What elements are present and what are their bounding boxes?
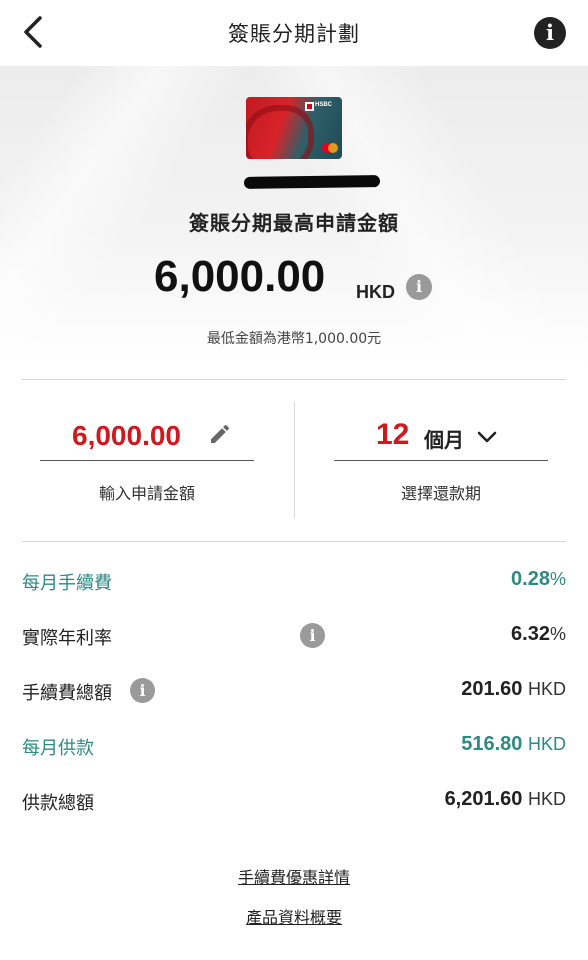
term-unit[interactable]: 個月 xyxy=(424,424,464,453)
info-icon[interactable]: i xyxy=(534,17,566,49)
total-fee-unit: HKD xyxy=(527,679,566,699)
total-payment-value: 6,201.60 HKD xyxy=(445,788,566,811)
total-fee-value: 201.60 HKD xyxy=(461,678,566,701)
min-amount-note: 最低金額為港幣1,000.00元 xyxy=(206,331,382,347)
total-payment-unit: HKD xyxy=(527,789,566,809)
monthly-fee-label: 每月手續費 xyxy=(22,573,112,594)
max-amount-label: 簽賬分期最高申請金額 xyxy=(189,211,399,235)
max-amount-info-icon[interactable]: i xyxy=(406,274,432,300)
monthly-payment-value: 516.80 HKD xyxy=(461,733,566,756)
monthly-fee-unit: % xyxy=(549,569,566,589)
total-fee-info-icon[interactable]: i xyxy=(130,678,155,703)
header-bar: 簽賬分期計劃 i xyxy=(0,0,588,66)
redacted-card-number xyxy=(243,175,381,189)
term-number[interactable]: 12 xyxy=(376,418,409,452)
divider xyxy=(22,541,566,542)
column-divider xyxy=(294,402,295,518)
mastercard-logo-overlap xyxy=(328,143,338,153)
product-info-link-text[interactable]: 產品資料概要 xyxy=(246,908,342,927)
amount-input-value[interactable]: 6,000.00 xyxy=(72,420,181,452)
max-amount-currency: HKD xyxy=(356,282,395,302)
product-info-link[interactable]: 產品資料概要 xyxy=(0,904,588,928)
repayment-term-select[interactable]: 12 個月 xyxy=(334,410,548,461)
total-fee-number: 201.60 xyxy=(461,678,523,700)
total-payment-label: 供款總額 xyxy=(22,793,94,814)
fee-promo-link[interactable]: 手續費優惠詳情 xyxy=(0,864,588,888)
amount-input-label: 輸入申請金額 xyxy=(98,484,195,503)
repayment-term-label: 選擇還款期 xyxy=(400,484,481,503)
max-amount-value: 6,000.00 xyxy=(154,252,326,301)
monthly-payment-number: 516.80 xyxy=(461,733,523,755)
total-payment-number: 6,201.60 xyxy=(444,788,523,810)
apr-label: 實際年利率 xyxy=(22,628,112,649)
edit-pencil-icon[interactable] xyxy=(208,422,232,446)
apr-number: 6.32 xyxy=(511,623,550,645)
total-fee-label: 手續費總額 xyxy=(22,683,112,704)
credit-card-image: HSBC xyxy=(246,97,342,159)
page-title: 簽賬分期計劃 xyxy=(228,22,360,46)
apr-unit: % xyxy=(549,624,566,644)
monthly-fee-value: 0.28% xyxy=(511,568,566,591)
amount-input[interactable]: 6,000.00 xyxy=(40,410,254,461)
divider xyxy=(22,379,566,380)
monthly-payment-label: 每月供款 xyxy=(22,738,94,759)
fee-promo-link-text[interactable]: 手續費優惠詳情 xyxy=(238,868,350,887)
monthly-fee-number: 0.28 xyxy=(511,568,550,590)
apr-value: 6.32% xyxy=(511,623,566,646)
monthly-payment-unit: HKD xyxy=(527,734,566,754)
hsbc-logo-icon xyxy=(305,102,314,111)
chevron-down-icon[interactable] xyxy=(476,426,498,448)
apr-info-icon[interactable]: i xyxy=(300,623,325,648)
card-brand-text: HSBC xyxy=(315,102,333,108)
card-artwork xyxy=(246,105,314,159)
